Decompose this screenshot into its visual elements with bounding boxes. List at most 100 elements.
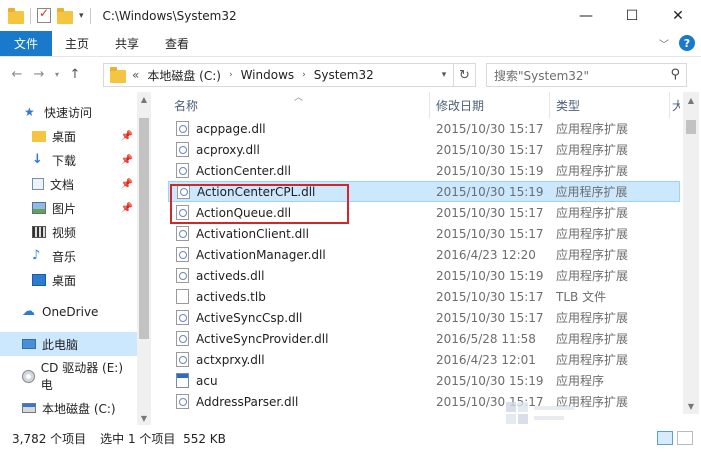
pin-icon[interactable]: 📌 [121,179,133,190]
nav-item-music[interactable]: ♪ 音乐 [0,244,137,268]
file-name-cell: ActiveSyncCsp.dll [168,310,430,325]
file-date: 2015/10/30 15:17 [436,289,544,304]
scroll-up-icon[interactable]: ▲ [137,92,151,106]
table-row[interactable]: acu 2015/10/30 15:19 应用程序 [168,370,680,391]
recent-locations-chevron-icon[interactable]: ▾ [50,64,64,86]
nav-item-cd-drive[interactable]: CD 驱动器 (E:) 电 [0,361,137,392]
table-row[interactable]: acppage.dll 2015/10/30 15:17 应用程序扩展 [168,118,680,139]
address-dropdown-icon[interactable]: ▾ [435,64,453,86]
chevron-right-icon[interactable]: › [302,70,306,80]
tab-home[interactable]: 主页 [52,31,102,56]
nav-item-downloads[interactable]: ↓ 下载 📌 [0,148,137,172]
file-type: 应用程序扩展 [555,185,628,199]
file-name-cell: ActivationManager.dll [168,247,430,262]
scroll-down-icon[interactable]: ▼ [683,398,699,414]
table-row[interactable]: ActiveSyncCsp.dll 2015/10/30 15:17 应用程序扩展 [168,307,680,328]
table-row[interactable]: ActionCenter.dll 2015/10/30 15:19 应用程序扩展 [168,160,680,181]
table-row[interactable]: AddressParser.dll 2015/10/30 15:17 应用程序扩展 [168,391,680,412]
nav-pane-scrollbar[interactable]: ▲ ▼ [137,92,151,425]
nav-item-desktop-pinned[interactable]: 桌面 📌 [0,124,137,148]
column-type[interactable]: 类型 [550,92,670,118]
table-row[interactable]: ActiveSyncProvider.dll 2016/5/28 11:58 应用程… [168,328,680,349]
computer-icon [22,339,36,349]
dll-file-icon [176,226,189,241]
large-icons-view-icon[interactable] [677,431,693,445]
up-arrow-icon[interactable]: ↑ [64,64,86,86]
search-icon[interactable]: ⚲ [670,67,680,82]
breadcrumb-drive[interactable]: 本地磁盘 (C:) [147,67,221,84]
file-date: 2015/10/30 15:17 [436,121,544,136]
chevron-right-icon[interactable]: › [229,70,233,80]
breadcrumb-overflow[interactable]: « [132,68,139,82]
file-name-cell: actxprxy.dll [168,352,430,367]
dll-file-icon [176,268,189,283]
table-row[interactable]: actxprxy.dll 2016/4/23 12:01 应用程序扩展 [168,349,680,370]
file-name: activeds.tlb [196,289,266,304]
nav-item-pictures[interactable]: 图片 📌 [0,196,137,220]
ribbon-right: ﹀ ? [659,35,695,51]
dll-file-icon [176,394,189,409]
pin-icon[interactable]: 📌 [121,155,133,166]
nav-item-local-disk[interactable]: 本地磁盘 (C:) [0,396,137,420]
picture-icon [32,202,46,214]
file-type: 应用程序扩展 [556,311,629,325]
breadcrumb-system32[interactable]: System32 [314,68,374,82]
folder-icon[interactable] [8,7,24,24]
column-date-modified[interactable]: 修改日期 [430,92,550,118]
nav-item-this-pc[interactable]: 此电脑 [0,332,137,356]
pin-icon[interactable]: 📌 [121,203,133,214]
nav-item-videos[interactable]: 视频 [0,220,137,244]
file-list-scrollbar[interactable]: ▲ ▼ [683,92,699,414]
expand-ribbon-chevron-icon[interactable]: ﹀ [659,36,669,51]
table-row[interactable]: activeds.tlb 2015/10/30 15:17 TLB 文件 [168,286,680,307]
properties-icon[interactable] [37,6,51,23]
table-row[interactable]: activeds.dll 2015/10/30 15:19 应用程序扩展 [168,265,680,286]
tab-share[interactable]: 共享 [102,31,152,56]
status-bar: 3,782 个项目 选中 1 个项目 552 KB [0,425,701,452]
item-count: 3,782 个项目 [12,432,87,446]
nav-item-onedrive[interactable]: ☁ OneDrive [0,300,137,324]
navigation-pane: ★ 快速访问 桌面 📌 ↓ 下载 📌 文档 📌 图片 📌 视频 ♪ 音乐 桌面 … [0,92,151,425]
column-name[interactable]: 名称 ︿ [168,92,430,118]
file-scroll-thumb[interactable] [686,120,696,134]
forward-arrow-icon[interactable]: → [28,64,50,86]
back-arrow-icon[interactable]: ← [6,64,28,86]
dll-file-icon [176,163,189,178]
customize-toolbar-dropdown-icon[interactable]: ▾ [79,11,84,21]
tab-file[interactable]: 文件 [0,31,53,56]
tab-view[interactable]: 查看 [152,31,202,56]
window-controls: — ☐ ✕ [563,0,701,31]
dll-file-icon [176,142,189,157]
scroll-up-icon[interactable]: ▲ [683,92,699,108]
close-button[interactable]: ✕ [655,0,701,31]
file-date: 2016/4/23 12:20 [436,247,536,262]
scroll-down-icon[interactable]: ▼ [137,411,151,425]
details-view-icon[interactable] [657,431,673,445]
nav-scroll-thumb[interactable] [139,118,149,339]
video-icon [32,226,46,238]
address-bar[interactable]: « 本地磁盘 (C:) › Windows › System32 ▾ ↻ [103,63,476,87]
file-date: 2015/10/30 15:19 [436,268,544,283]
table-row[interactable]: ActivationClient.dll 2015/10/30 15:17 应用程序… [168,223,680,244]
cloud-icon: ☁ [22,304,35,319]
table-row[interactable]: acproxy.dll 2015/10/30 15:17 应用程序扩展 [168,139,680,160]
star-icon: ★ [24,105,35,119]
table-row[interactable]: ActivationManager.dll 2016/4/23 12:20 应用程序… [168,244,680,265]
help-icon[interactable]: ? [679,35,695,51]
minimize-button[interactable]: — [563,0,609,31]
nav-item-desktop[interactable]: 桌面 [0,268,137,292]
maximize-button[interactable]: ☐ [609,0,655,31]
desktop-icon [32,274,46,286]
file-name: ActiveSyncProvider.dll [196,331,329,346]
nav-item-documents[interactable]: 文档 📌 [0,172,137,196]
nav-item-quick-access[interactable]: ★ 快速访问 [0,100,137,124]
breadcrumb-windows[interactable]: Windows [241,68,295,82]
file-type: 应用程序扩展 [556,269,629,283]
pin-icon[interactable]: 📌 [121,131,133,142]
search-input[interactable]: 搜索"System32" ⚲ [486,63,687,87]
refresh-icon[interactable]: ↻ [453,64,475,86]
dll-file-icon [176,310,189,325]
column-size[interactable]: 大 [670,92,680,118]
file-name: AddressParser.dll [196,394,299,409]
new-folder-icon[interactable] [57,7,73,24]
